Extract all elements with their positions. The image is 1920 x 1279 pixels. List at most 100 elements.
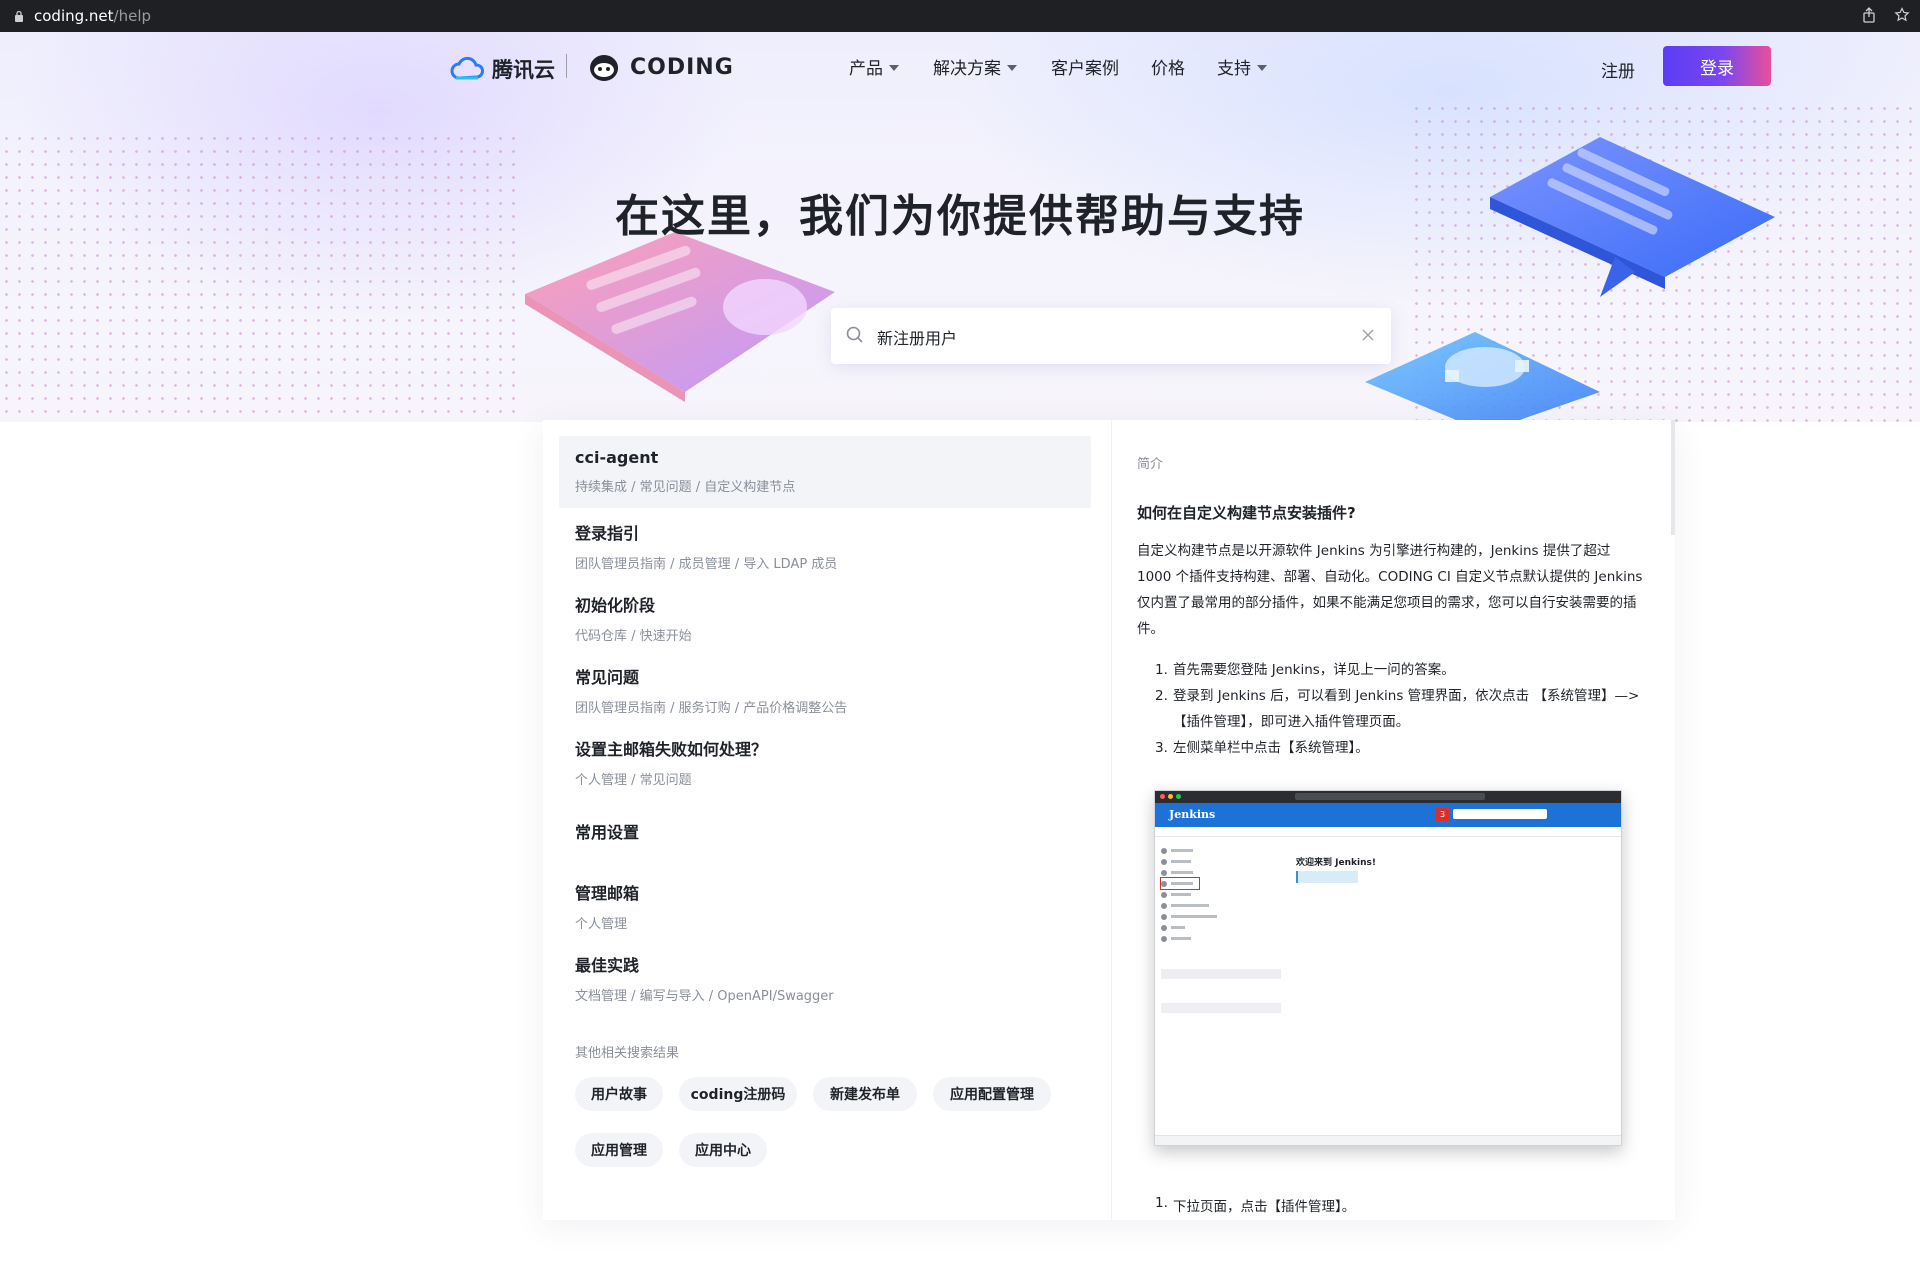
tag-chip[interactable]: 应用配置管理 <box>933 1077 1051 1111</box>
menu-text <box>1171 882 1193 885</box>
section-label: 简介 <box>1137 457 1164 472</box>
menu-text <box>1171 904 1209 907</box>
close-icon[interactable] <box>1361 328 1375 342</box>
register-link[interactable]: 注册 <box>1601 57 1635 82</box>
menu-text <box>1171 937 1191 940</box>
login-button[interactable]: 登录 <box>1663 46 1771 86</box>
list-item: 2. 登录到 Jenkins 后，可以看到 Jenkins 管理界面，依次点击 … <box>1155 683 1645 735</box>
jenkins-welcome-text: 欢迎来到 Jenkins! <box>1296 858 1376 868</box>
nav-label: 产品 <box>849 59 883 79</box>
nav-item-products[interactable]: 产品 <box>849 54 899 79</box>
steps-list: 1. 首先需要您登陆 Jenkins，详见上一问的答案。 2. 登录到 Jenk… <box>1155 657 1645 761</box>
create-job-button <box>1296 871 1358 883</box>
menu-icon <box>1161 902 1167 909</box>
result-title: 常用设置 <box>575 823 640 842</box>
result-path: 团队管理员指南 / 服务订购 / 产品价格调整公告 <box>575 701 848 716</box>
menu-icon <box>1161 935 1167 942</box>
lock-icon <box>15 10 23 22</box>
sidebar-row <box>1161 911 1281 922</box>
tag-chip[interactable]: 用户故事 <box>575 1077 663 1111</box>
tencent-cloud-icon <box>450 56 484 80</box>
bookmark-star-icon[interactable] <box>1894 7 1910 23</box>
close-dot <box>1160 794 1165 799</box>
scrollbar-thumb[interactable] <box>1671 420 1675 535</box>
chevron-down-icon <box>1007 64 1017 71</box>
result-title: 管理邮箱 <box>575 884 640 903</box>
step-number: 2. <box>1155 688 1168 704</box>
result-item[interactable]: cci-agent 持续集成 / 常见问题 / 自定义构建节点 <box>559 436 1091 508</box>
result-item[interactable]: 初始化阶段 代码仓库 / 快速开始 <box>559 580 1091 652</box>
help-results-panel: cci-agent 持续集成 / 常见问题 / 自定义构建节点 登录指引 团队管… <box>543 420 1675 1220</box>
other-results-label: 其他相关搜索结果 <box>575 1046 680 1061</box>
search-icon <box>846 326 863 343</box>
coding-text: CODING <box>630 54 734 80</box>
nav-label: 解决方案 <box>933 59 1001 79</box>
build-executor-box <box>1161 1003 1281 1013</box>
result-item[interactable]: 最佳实践 文档管理 / 编写与导入 / OpenAPI/Swagger <box>559 940 1091 1012</box>
jenkins-breadcrumb <box>1155 827 1621 837</box>
jenkins-search <box>1453 809 1547 819</box>
document-card-illustration <box>525 232 835 402</box>
platform-illustration <box>1365 332 1600 422</box>
minimize-dot <box>1168 794 1173 799</box>
coding-logo[interactable]: CODING <box>586 52 734 82</box>
menu-text <box>1171 915 1217 918</box>
screenshot-window-chrome <box>1155 791 1621 803</box>
result-title: 常见问题 <box>575 668 640 687</box>
menu-icon <box>1161 913 1167 920</box>
notification-badge: 3 <box>1436 808 1449 821</box>
browser-address-bar[interactable]: coding.net/help <box>0 0 1920 32</box>
jenkins-screenshot: Jenkins 3 欢迎来到 Jenkins! <box>1154 790 1622 1146</box>
result-path: 团队管理员指南 / 成员管理 / 导入 LDAP 成员 <box>575 557 838 572</box>
menu-text <box>1171 860 1191 863</box>
step-text: 左侧菜单栏中点击【系统管理】。 <box>1173 740 1369 756</box>
nav-item-support[interactable]: 支持 <box>1217 54 1267 79</box>
result-item[interactable]: 常见问题 团队管理员指南 / 服务订购 / 产品价格调整公告 <box>559 652 1091 724</box>
nav-item-pricing[interactable]: 价格 <box>1151 54 1185 79</box>
screenshot-url-bar <box>1295 793 1485 800</box>
step-number: 3. <box>1155 740 1168 756</box>
step-text: 首先需要您登陆 Jenkins，详见上一问的答案。 <box>1173 662 1455 678</box>
result-item[interactable]: 登录指引 团队管理员指南 / 成员管理 / 导入 LDAP 成员 <box>559 508 1091 580</box>
page-title: 在这里，我们为你提供帮助与支持 <box>615 191 1305 242</box>
nav-item-customers[interactable]: 客户案例 <box>1051 54 1119 79</box>
url-path: /help <box>113 7 152 25</box>
sidebar-row <box>1161 933 1281 944</box>
share-icon[interactable] <box>1862 7 1876 23</box>
dot-pattern-left <box>0 132 520 422</box>
search-box[interactable]: 新注册用户 <box>831 308 1391 364</box>
nav-label: 价格 <box>1151 59 1185 79</box>
article-preview: 简介 如何在自定义构建节点安装插件? 自定义构建节点是以开源软件 Jenkins… <box>1112 420 1675 1220</box>
nav-item-solutions[interactable]: 解决方案 <box>933 54 1017 79</box>
logo-divider <box>566 54 567 78</box>
url-host: coding.net <box>34 7 114 25</box>
result-path: 持续集成 / 常见问题 / 自定义构建节点 <box>575 480 796 495</box>
tag-chip[interactable]: 新建发布单 <box>813 1077 917 1111</box>
jenkins-sidebar <box>1160 845 1281 944</box>
tencent-cloud-text: 腾讯云 <box>492 58 555 82</box>
search-results-list: cci-agent 持续集成 / 常见问题 / 自定义构建节点 登录指引 团队管… <box>543 420 1111 1220</box>
jenkins-header: Jenkins 3 <box>1155 803 1621 827</box>
maximize-dot <box>1176 794 1181 799</box>
coding-mascot-icon <box>590 55 619 81</box>
result-path: 代码仓库 / 快速开始 <box>575 629 692 644</box>
tag-chip[interactable]: 应用管理 <box>575 1133 663 1167</box>
search-input[interactable]: 新注册用户 <box>877 325 957 349</box>
chevron-down-icon <box>1257 64 1267 71</box>
build-queue-box <box>1161 969 1281 979</box>
result-title: 初始化阶段 <box>575 596 656 615</box>
result-item[interactable]: 管理邮箱 个人管理 <box>559 868 1091 940</box>
tencent-cloud-logo[interactable]: 腾讯云 <box>450 54 555 84</box>
sidebar-row <box>1161 845 1281 856</box>
result-path: 文档管理 / 编写与导入 / OpenAPI/Swagger <box>575 989 834 1004</box>
sidebar-row-system-management <box>1160 877 1200 890</box>
menu-icon <box>1161 858 1167 865</box>
result-title: 登录指引 <box>575 524 640 543</box>
sidebar-row <box>1161 922 1281 933</box>
list-item: 3. 左侧菜单栏中点击【系统管理】。 <box>1155 735 1645 761</box>
step-number: 1. <box>1155 662 1168 678</box>
result-item[interactable]: 设置主邮箱失败如何处理？ 个人管理 / 常见问题 <box>559 724 1091 796</box>
tag-chip[interactable]: coding注册码 <box>679 1077 797 1111</box>
step-text: 登录到 Jenkins 后，可以看到 Jenkins 管理界面，依次点击 【系统… <box>1173 688 1640 730</box>
tag-chip[interactable]: 应用中心 <box>679 1133 767 1167</box>
